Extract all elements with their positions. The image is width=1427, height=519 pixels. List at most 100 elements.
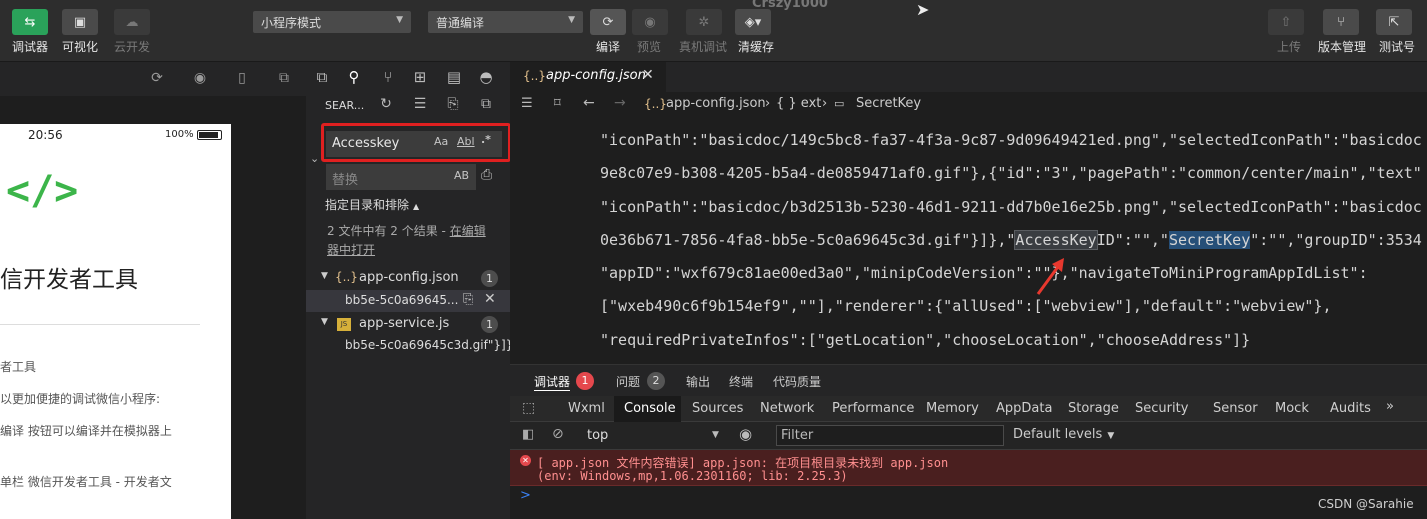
debugger-icon: ⇆ [24, 14, 36, 30]
forward-icon[interactable]: → [614, 95, 626, 111]
source-control-icon[interactable]: ⑂ [378, 68, 398, 88]
outline-icon[interactable]: ▤ [444, 68, 464, 88]
devtab-storage[interactable]: Storage [1068, 401, 1119, 416]
tab-output[interactable]: 输出 [686, 373, 710, 390]
devtab-audits[interactable]: Audits [1330, 401, 1371, 416]
scope-toggle[interactable]: 指定目录和排除 ▲ [325, 196, 419, 213]
console-prompt[interactable]: > [520, 488, 531, 503]
context-select[interactable]: top ▼ [579, 426, 725, 446]
search-icon[interactable]: ⚲ [344, 68, 364, 88]
version-button[interactable]: ⑂ [1323, 9, 1359, 35]
mode-select[interactable]: 小程序模式 ▼ [253, 11, 411, 33]
close-icon[interactable]: ✕ [484, 291, 496, 307]
refresh-icon[interactable]: ↻ [376, 96, 396, 116]
devtab-sensor[interactable]: Sensor [1213, 401, 1258, 416]
tab-app-config[interactable]: {..} app-config.json ✕ [510, 62, 666, 92]
error-message: ✕ [ app.json 文件内容错误] app.json: 在项目根目录未找到… [510, 450, 1427, 486]
breadcrumb-key[interactable]: SecretKey [856, 96, 921, 111]
welcome-line: 者工具 [0, 360, 37, 374]
sidebar-toggle-icon[interactable]: ◧ [522, 427, 534, 442]
tab-debugger[interactable]: 调试器 [534, 373, 571, 391]
tab-problems[interactable]: 问题 [616, 373, 640, 390]
results-summary: 2 文件中有 2 个结果 - 在编辑器中打开 [327, 224, 486, 257]
devtab-console[interactable]: Console [624, 401, 676, 416]
record-icon[interactable]: ◉ [191, 70, 209, 88]
chevron-down-icon: ▼ [1107, 431, 1115, 441]
list-icon[interactable]: ☰ [521, 96, 533, 111]
tab-code-quality[interactable]: 代码质量 [773, 373, 821, 390]
docker-icon[interactable]: ◓ [476, 68, 496, 88]
devtools-tabs: ⬚ Wxml Console Sources Network Performan… [510, 396, 1427, 422]
result-match-row[interactable]: bb5e-5c0a69645c3d.gif"}]}... [306, 337, 510, 357]
upload-label: 上传 [1277, 40, 1302, 54]
code-line: 0e36b671-7856-4fa8-bb5e-5c0a69645c3d.gif… [600, 230, 1422, 250]
filter-input[interactable]: Filter [776, 425, 1004, 446]
tab-terminal[interactable]: 终端 [729, 373, 753, 390]
devtab-sources[interactable]: Sources [692, 401, 743, 416]
clear-console-icon[interactable]: ⊘ [552, 426, 564, 442]
watermark: CSDN @Sarahie [1318, 497, 1414, 511]
status-battery: 100% [165, 129, 194, 140]
code-line: "requiredPrivateInfos":["getLocation","c… [600, 331, 1251, 349]
error-icon: ✕ [520, 455, 531, 466]
breadcrumb-ext[interactable]: { } ext [776, 96, 821, 111]
string-icon: ▭ [834, 97, 845, 110]
bug-icon: ✲ [698, 14, 710, 30]
breadcrumb-file[interactable]: app-config.json [666, 96, 766, 111]
collapse-all-icon[interactable]: ⧉ [476, 96, 496, 116]
result-match-row[interactable]: bb5e-5c0a69645... ⎘ ✕ [306, 290, 510, 312]
console-toolbar: ◧ ⊘ top ▼ ◉ Filter Default levels ▼ [510, 422, 1427, 450]
close-icon[interactable]: ✕ [642, 67, 654, 83]
devtab-network[interactable]: Network [760, 401, 814, 416]
result-file-row[interactable]: ▼ JS app-service.js 1 [306, 315, 510, 335]
cloud-dev-button[interactable]: ☁ [114, 9, 150, 35]
extensions-icon[interactable]: ⊞ [410, 68, 430, 88]
visual-toggle-button[interactable]: ▣ [62, 9, 98, 35]
devtab-security[interactable]: Security [1135, 401, 1188, 416]
clear-results-icon[interactable]: ☰ [410, 96, 430, 116]
inspect-icon[interactable]: ⬚ [522, 400, 535, 416]
popout-icon[interactable]: ⧉ [275, 70, 293, 88]
preview-label: 预览 [637, 40, 662, 54]
devtab-appdata[interactable]: AppData [996, 401, 1052, 416]
phone-icon[interactable]: ▯ [233, 70, 251, 88]
bookmark-icon[interactable]: ⌑ [554, 96, 561, 111]
debugger-toggle-button[interactable]: ⇆ [12, 9, 48, 35]
clear-cache-button[interactable]: ◈▾ [735, 9, 771, 35]
welcome-title: 信开发者工具 [0, 267, 138, 293]
preserve-case-icon[interactable]: AB [454, 169, 469, 182]
more-tabs-icon[interactable]: » [1386, 399, 1394, 414]
compile-mode-select[interactable]: 普通编译 ▼ [428, 11, 583, 33]
devtab-memory[interactable]: Memory [926, 401, 979, 416]
devtab-performance[interactable]: Performance [832, 401, 914, 416]
log-levels-select[interactable]: Default levels ▼ [1013, 427, 1114, 442]
preview-button[interactable]: ◉ [632, 9, 668, 35]
version-label: 版本管理 [1318, 40, 1367, 54]
compile-button[interactable]: ⟳ [590, 9, 626, 35]
compile-label: 编译 [596, 40, 621, 54]
replace-icon[interactable]: ⎘ [463, 292, 473, 307]
chevron-down-icon[interactable]: ⌄ [310, 152, 319, 165]
simulator-header: ⟳ ◉ ▯ ⧉ [0, 62, 306, 96]
upload-button[interactable]: ⇧ [1268, 9, 1304, 35]
test-account-label: 测试号 [1379, 40, 1416, 54]
real-debug-button[interactable]: ✲ [686, 9, 722, 35]
test-account-button[interactable]: ⇱ [1376, 9, 1412, 35]
json-file-icon: {..} [523, 69, 546, 83]
code-editor[interactable]: "iconPath":"basicdoc/149c5bc8-fa37-4f3a-… [510, 118, 1427, 364]
debugger-label: 调试器 [12, 40, 49, 54]
cloud-dev-label: 云开发 [114, 40, 151, 54]
chevron-down-icon: ▼ [321, 317, 328, 327]
new-search-icon[interactable]: ⎘ [443, 96, 463, 116]
devtools-logo: </> [6, 168, 79, 214]
search-match-highlight: AccessKey [1014, 230, 1098, 250]
files-icon[interactable]: ⧉ [312, 68, 332, 88]
result-file-row[interactable]: ▼ {..} app-config.json 1 [306, 269, 510, 289]
devtab-mock[interactable]: Mock [1275, 401, 1309, 416]
replace-all-icon[interactable]: ⎙ [481, 167, 492, 183]
back-icon[interactable]: ← [583, 95, 595, 111]
eye-icon[interactable]: ◉ [739, 425, 752, 443]
devtab-wxml[interactable]: Wxml [568, 401, 605, 416]
rotate-icon[interactable]: ⟳ [148, 70, 166, 88]
welcome-line: 以更加便捷的调试微信小程序: [0, 392, 161, 406]
